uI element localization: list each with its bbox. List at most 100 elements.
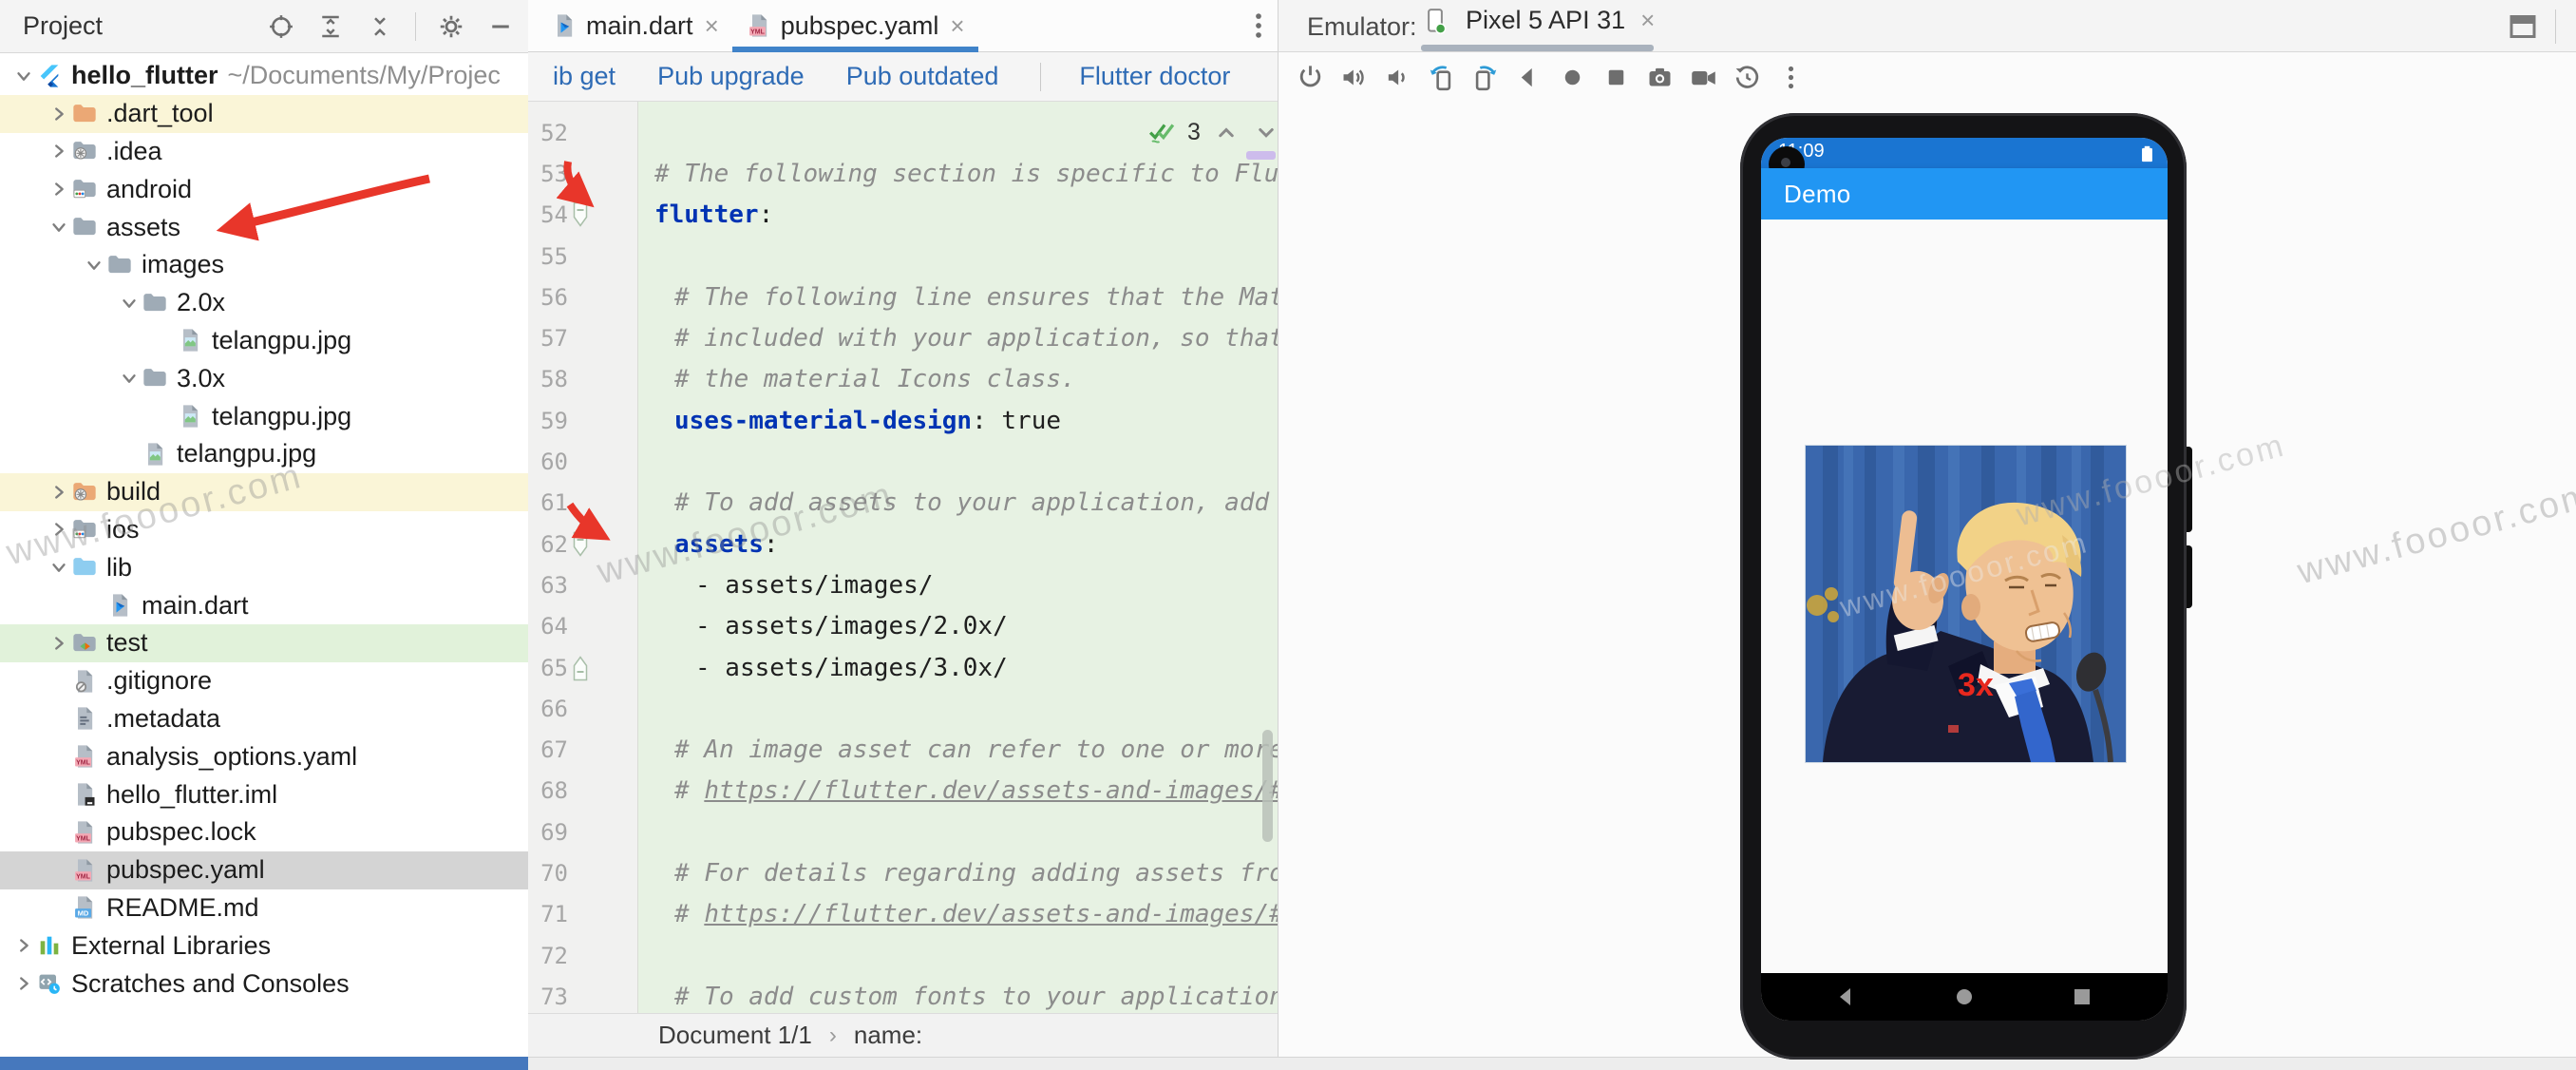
chevron-down-icon[interactable] bbox=[82, 255, 106, 276]
pub-get-link[interactable]: ib get bbox=[553, 62, 616, 91]
home-icon[interactable] bbox=[1556, 61, 1588, 93]
tree-row-analysis-options-yaml[interactable]: YMLanalysis_options.yaml bbox=[0, 737, 528, 775]
code-line-68[interactable]: 68# https://flutter.dev/assets-and-image… bbox=[528, 771, 1278, 812]
code-line-60[interactable]: 60 bbox=[528, 441, 1278, 482]
tree-row-3-0x[interactable]: 3.0x bbox=[0, 359, 528, 397]
tree-row-ios[interactable]: ios bbox=[0, 511, 528, 549]
emulator-device-tab[interactable]: Pixel 5 API 31 × bbox=[1421, 6, 1655, 35]
code-line-65[interactable]: 65- assets/images/3.0x/ bbox=[528, 647, 1278, 688]
chevron-right-icon[interactable] bbox=[47, 141, 71, 162]
tree-row-android[interactable]: android bbox=[0, 170, 528, 208]
collapse-all-icon[interactable] bbox=[366, 12, 394, 41]
prev-issue-icon[interactable] bbox=[1212, 118, 1241, 146]
close-icon[interactable]: × bbox=[705, 11, 719, 41]
overview-icon[interactable] bbox=[1600, 61, 1632, 93]
editor-options-kebab-icon[interactable] bbox=[1242, 10, 1275, 42]
power-icon[interactable] bbox=[1294, 61, 1326, 93]
chevron-right-icon[interactable] bbox=[47, 633, 71, 654]
expand-all-icon[interactable] bbox=[316, 12, 345, 41]
code-line-56[interactable]: 56# The following line ensures that the … bbox=[528, 277, 1278, 317]
tree-row--idea[interactable]: .idea bbox=[0, 133, 528, 171]
tab-pubspec-yaml[interactable]: YML pubspec.yaml × bbox=[732, 0, 978, 51]
volume-down-icon[interactable] bbox=[1381, 61, 1413, 93]
locate-file-icon[interactable] bbox=[267, 12, 295, 41]
code-line-55[interactable]: 55 bbox=[528, 236, 1278, 277]
code-line-59[interactable]: 59uses-material-design: true bbox=[528, 400, 1278, 441]
breadcrumb-document[interactable]: Document 1/1 bbox=[658, 1021, 812, 1050]
close-icon[interactable]: × bbox=[950, 11, 964, 41]
tree-row-lib[interactable]: lib bbox=[0, 548, 528, 586]
tree-row-telangpu-jpg[interactable]: telangpu.jpg bbox=[0, 322, 528, 360]
code-line-54[interactable]: 54flutter: bbox=[528, 195, 1278, 236]
nav-home-icon[interactable] bbox=[1953, 985, 1976, 1008]
tree-row-telangpu-jpg[interactable]: telangpu.jpg bbox=[0, 435, 528, 473]
tree-row-assets[interactable]: assets bbox=[0, 208, 528, 246]
snapshot-icon[interactable] bbox=[1731, 61, 1763, 93]
code-line-71[interactable]: 71# https://flutter.dev/assets-and-image… bbox=[528, 894, 1278, 935]
code-line-61[interactable]: 61# To add assets to your application, a… bbox=[528, 483, 1278, 524]
code-line-72[interactable]: 72 bbox=[528, 935, 1278, 976]
chevron-down-icon[interactable] bbox=[47, 557, 71, 578]
chevron-right-icon[interactable] bbox=[47, 519, 71, 540]
pub-upgrade-link[interactable]: Pub upgrade bbox=[657, 62, 805, 91]
tree-row-readme-md[interactable]: MDREADME.md bbox=[0, 889, 528, 927]
nav-overview-icon[interactable] bbox=[2071, 985, 2093, 1008]
breadcrumb-name[interactable]: name: bbox=[854, 1021, 922, 1050]
camera-icon[interactable] bbox=[1643, 61, 1676, 93]
code-line-66[interactable]: 66 bbox=[528, 688, 1278, 729]
chevron-right-icon[interactable] bbox=[11, 935, 36, 956]
code-line-63[interactable]: 63- assets/images/ bbox=[528, 564, 1278, 605]
code-line-70[interactable]: 70# For details regarding adding assets … bbox=[528, 852, 1278, 893]
tree-row-hello-flutter[interactable]: hello_flutter~/Documents/My/Projec bbox=[0, 57, 528, 95]
fold-marker-icon[interactable] bbox=[568, 530, 593, 559]
close-icon[interactable]: × bbox=[1640, 6, 1655, 35]
chevron-down-icon[interactable] bbox=[11, 66, 36, 86]
tree-row-pubspec-yaml[interactable]: YMLpubspec.yaml bbox=[0, 851, 528, 889]
rotate-right-icon[interactable] bbox=[1468, 61, 1501, 93]
code-line-57[interactable]: 57# included with your application, so t… bbox=[528, 317, 1278, 358]
fold-marker-icon[interactable] bbox=[568, 201, 593, 229]
chevron-right-icon[interactable] bbox=[11, 973, 36, 994]
tree-row-pubspec-lock[interactable]: YMLpubspec.lock bbox=[0, 813, 528, 851]
code-line-58[interactable]: 58# the material Icons class. bbox=[528, 359, 1278, 400]
code-line-53[interactable]: 53# The following section is specific to… bbox=[528, 153, 1278, 194]
rotate-left-icon[interactable] bbox=[1425, 61, 1457, 93]
fold-marker-icon[interactable] bbox=[568, 654, 593, 682]
window-restore-icon[interactable] bbox=[2506, 10, 2540, 44]
pub-outdated-link[interactable]: Pub outdated bbox=[846, 62, 999, 91]
chevron-down-icon[interactable] bbox=[117, 368, 142, 389]
tree-row-main-dart[interactable]: main.dart bbox=[0, 586, 528, 624]
editor-scrollbar[interactable] bbox=[1262, 730, 1273, 842]
tree-row--dart-tool[interactable]: .dart_tool bbox=[0, 95, 528, 133]
flutter-doctor-link[interactable]: Flutter doctor bbox=[1079, 62, 1230, 91]
gear-icon[interactable] bbox=[437, 12, 465, 41]
code-line-67[interactable]: 67# An image asset can refer to one or m… bbox=[528, 729, 1278, 770]
tree-row-hello-flutter-iml[interactable]: hello_flutter.iml bbox=[0, 775, 528, 813]
tree-row-build[interactable]: build bbox=[0, 473, 528, 511]
chevron-down-icon[interactable] bbox=[117, 293, 142, 314]
chevron-down-icon[interactable] bbox=[47, 217, 71, 238]
phone-screen[interactable]: 11:09 Demo bbox=[1761, 138, 2168, 1021]
back-icon[interactable] bbox=[1512, 61, 1544, 93]
code-line-64[interactable]: 64- assets/images/2.0x/ bbox=[528, 606, 1278, 647]
code-line-73[interactable]: 73# To add custom fonts to your applicat… bbox=[528, 976, 1278, 1013]
hide-panel-icon[interactable] bbox=[486, 12, 515, 41]
tree-row-scratches-and-consoles[interactable]: Scratches and Consoles bbox=[0, 965, 528, 1003]
tree-row--metadata[interactable]: .metadata bbox=[0, 700, 528, 738]
code-line-69[interactable]: 69 bbox=[528, 812, 1278, 852]
project-panel-title[interactable]: Project bbox=[23, 11, 103, 41]
volume-up-icon[interactable] bbox=[1337, 61, 1370, 93]
tab-main-dart[interactable]: main.dart × bbox=[538, 0, 732, 51]
next-issue-icon[interactable] bbox=[1252, 118, 1280, 146]
error-stripe-mark[interactable] bbox=[1246, 151, 1276, 160]
tree-row--gitignore[interactable]: .gitignore bbox=[0, 662, 528, 700]
inspection-widget[interactable]: 3 bbox=[1147, 118, 1280, 146]
tree-row-telangpu-jpg[interactable]: telangpu.jpg bbox=[0, 397, 528, 435]
tree-row-test[interactable]: test bbox=[0, 624, 528, 662]
code-line-62[interactable]: 62assets: bbox=[528, 524, 1278, 564]
chevron-right-icon[interactable] bbox=[47, 104, 71, 124]
chevron-right-icon[interactable] bbox=[47, 179, 71, 200]
editor-code-area[interactable]: 5253# The following section is specific … bbox=[528, 102, 1278, 1013]
chevron-right-icon[interactable] bbox=[47, 482, 71, 503]
tree-row-images[interactable]: images bbox=[0, 246, 528, 284]
